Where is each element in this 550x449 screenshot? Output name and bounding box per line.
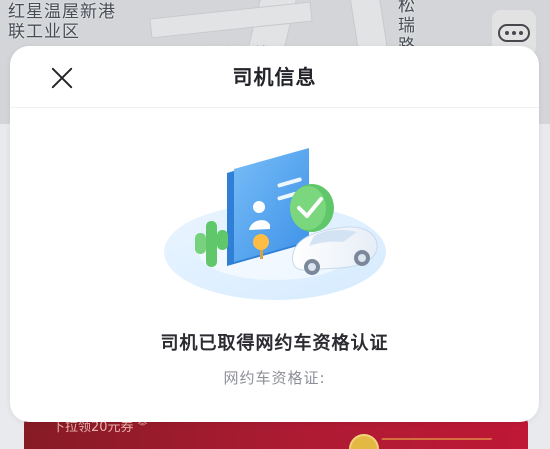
dialog-title: 司机信息 [232,65,317,89]
success-check-icon [290,184,334,232]
driver-certificate-car-illustration [164,148,386,300]
qualification-certificate-label: 网约车资格证: [223,369,326,387]
promo-decoration [375,438,493,449]
driver-certification-status: 司机已取得网约车资格认证 [160,333,389,354]
coin-icon [349,434,379,449]
promo-chevron-icon: ︾ [137,422,148,433]
promo-text-container: 下拉领20元券 ︾ [52,420,148,436]
dialog-header: 司机信息 [10,46,539,108]
promo-label: 下拉领20元券 [52,420,134,435]
driver-info-dialog: 司机信息 司机已取得网约车资格认证 网约车资格证: [10,46,539,422]
app-screen: 红星温屋新港联工业区 松瑞路 红星国际新城 下拉领20元券︾ 司机信息 [0,0,550,449]
